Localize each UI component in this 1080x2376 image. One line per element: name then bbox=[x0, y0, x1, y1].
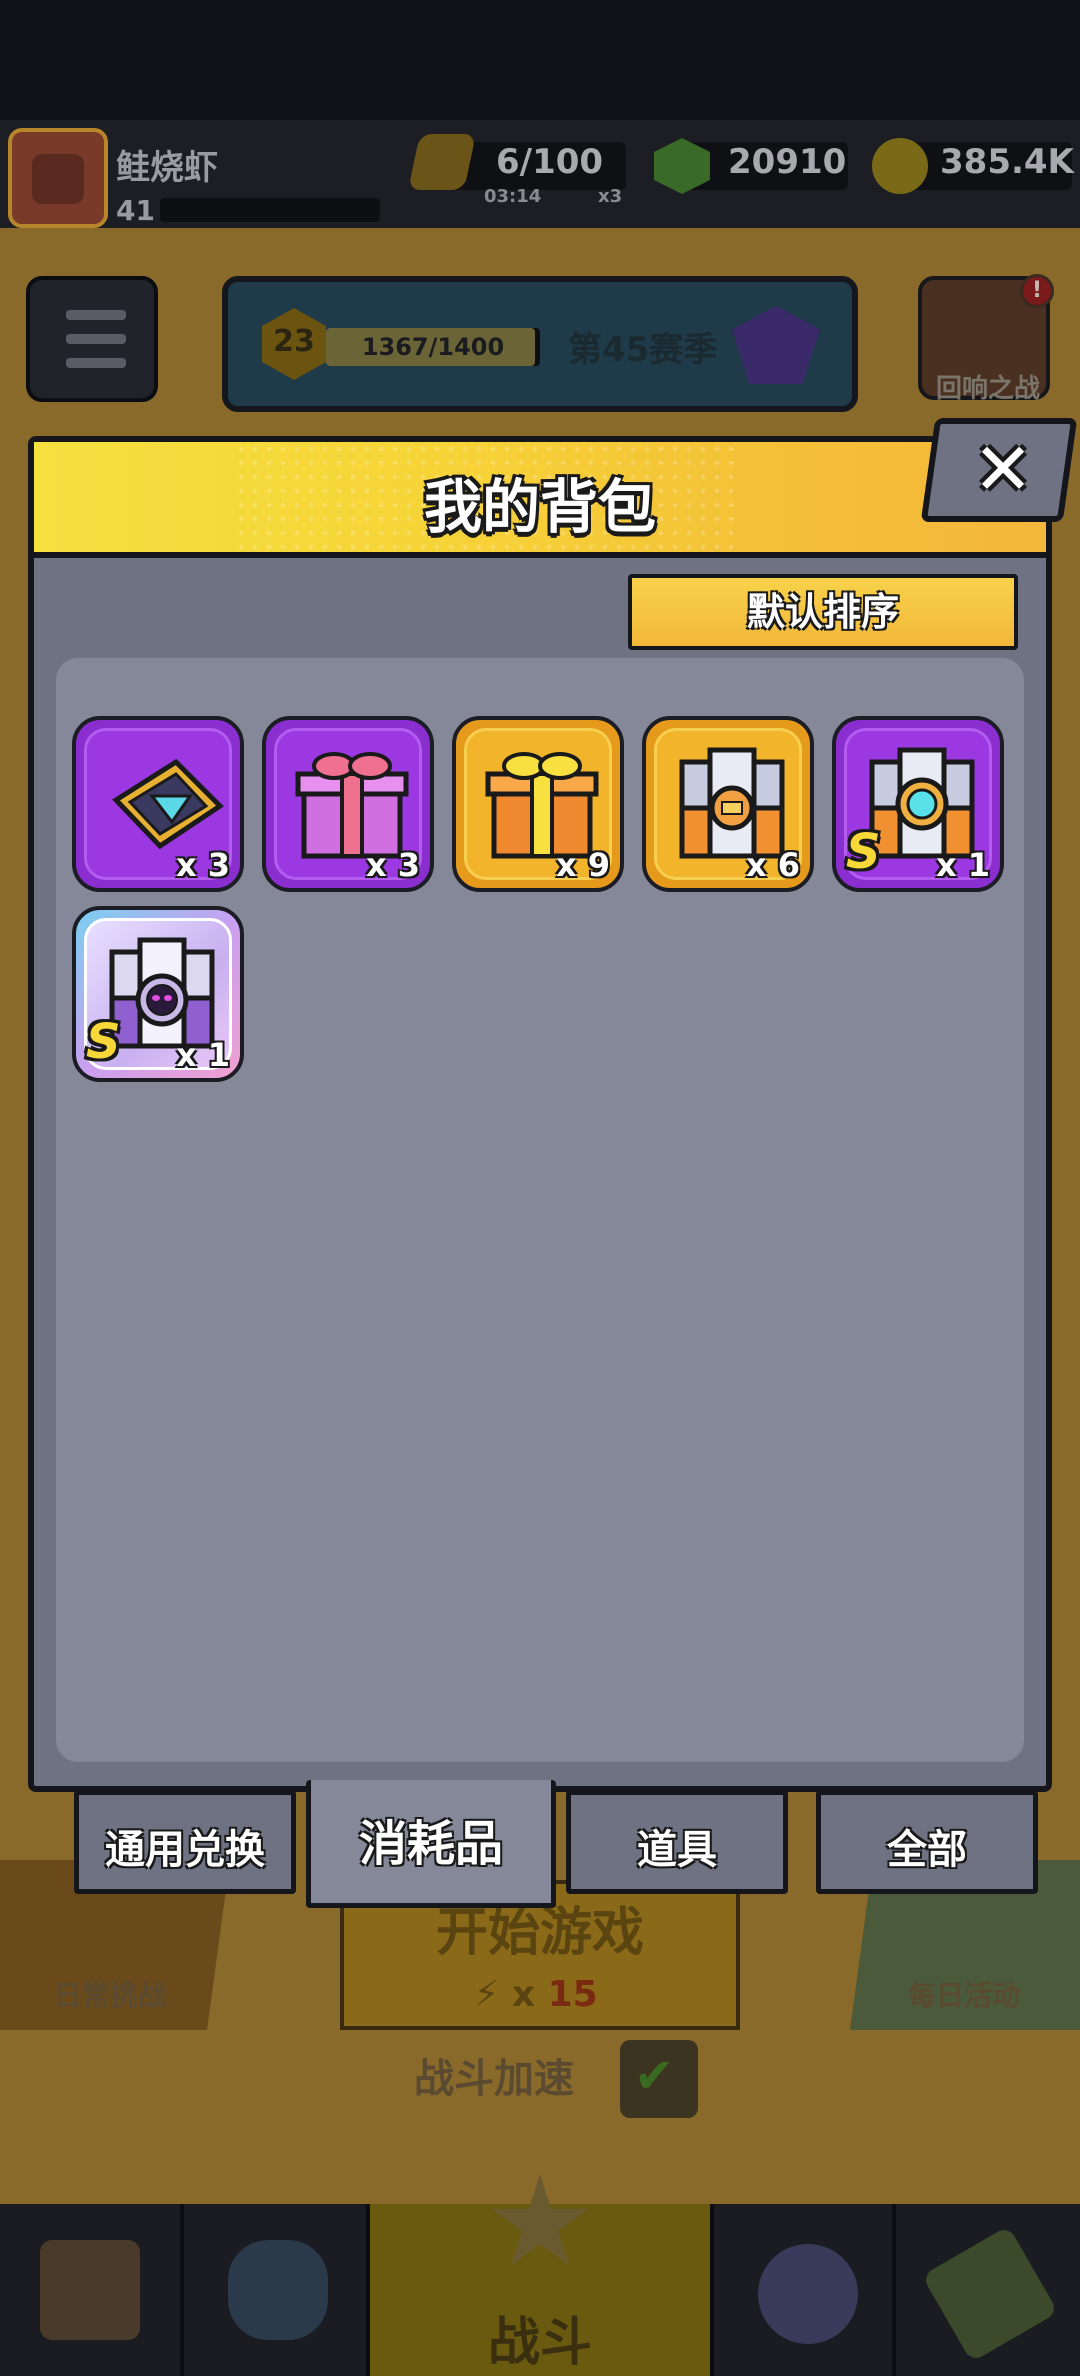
cost-value: 15 bbox=[547, 1974, 598, 2015]
tab-all[interactable]: 全部 bbox=[816, 1790, 1038, 1894]
item-quantity: x 3 bbox=[365, 846, 420, 884]
sort-label: 默认排序 bbox=[746, 590, 899, 634]
player-avatar bbox=[8, 128, 108, 228]
globe-icon bbox=[758, 2244, 858, 2344]
season-emblem-icon bbox=[732, 306, 820, 384]
star-icon bbox=[492, 2174, 588, 2265]
season-level: 23 bbox=[273, 324, 315, 359]
item-slot[interactable]: x 6 bbox=[642, 716, 814, 892]
tab-label: 全部 bbox=[887, 1827, 967, 1873]
diamond-scroll-icon bbox=[112, 758, 224, 850]
coin-value: 385.4K bbox=[940, 142, 1074, 182]
shop-icon bbox=[40, 2240, 140, 2340]
item-quantity: x 3 bbox=[175, 846, 230, 884]
season-name: 第45赛季 bbox=[568, 330, 718, 370]
gem-value: 20910 bbox=[728, 142, 847, 182]
item-slot[interactable]: S x 1 bbox=[72, 906, 244, 1082]
tab-label: 通用兑换 bbox=[105, 1827, 265, 1873]
menu-icon-line bbox=[66, 334, 126, 344]
s-rank-badge: S bbox=[846, 824, 881, 880]
item-slot[interactable]: S x 1 bbox=[832, 716, 1004, 892]
tab-label: 道具 bbox=[637, 1827, 717, 1873]
item-slot[interactable]: x 3 bbox=[262, 716, 434, 892]
item-quantity: x 6 bbox=[745, 846, 800, 884]
item-quantity: x 9 bbox=[555, 846, 610, 884]
main-menu-button[interactable] bbox=[26, 276, 158, 402]
avatar-face bbox=[32, 154, 84, 204]
player-name: 鲑烧虾 bbox=[116, 148, 218, 188]
tab-consumables[interactable]: 消耗品 bbox=[306, 1780, 556, 1908]
nav-equipment[interactable] bbox=[184, 2204, 370, 2376]
item-quantity: x 1 bbox=[175, 1036, 230, 1074]
battle-label: 战斗 bbox=[487, 2313, 592, 2373]
player-exp-bar bbox=[160, 198, 380, 222]
nav-talent[interactable] bbox=[710, 2204, 896, 2376]
item-quantity: x 1 bbox=[935, 846, 990, 884]
start-game-cost: ⚡ x 15 bbox=[474, 1974, 598, 2015]
menu-icon bbox=[66, 310, 126, 320]
echo-battle-label: 回响之战 bbox=[935, 374, 1040, 404]
nav-shop[interactable] bbox=[0, 2204, 184, 2376]
cost-prefix: x bbox=[511, 1974, 536, 2015]
energy-multiplier: x3 bbox=[598, 186, 623, 207]
s-rank-badge: S bbox=[86, 1014, 121, 1070]
checkmark-icon: ✔ bbox=[634, 2048, 675, 2104]
player-level: 41 bbox=[116, 194, 155, 227]
shield-icon bbox=[228, 2240, 328, 2340]
bottom-navigation: 战斗 bbox=[0, 2174, 1080, 2376]
menu-icon-line bbox=[66, 358, 126, 368]
sort-button[interactable]: 默认排序 bbox=[628, 574, 1018, 650]
tab-props[interactable]: 道具 bbox=[566, 1790, 788, 1894]
modal-header: 我的背包 bbox=[34, 442, 1046, 558]
nav-evolution[interactable] bbox=[896, 2204, 1080, 2376]
tab-exchange[interactable]: 通用兑换 bbox=[74, 1790, 296, 1894]
item-slot[interactable]: x 9 bbox=[452, 716, 624, 892]
item-slot[interactable]: x 3 bbox=[72, 716, 244, 892]
close-icon[interactable]: ✕ bbox=[958, 424, 1048, 514]
nav-battle[interactable]: 战斗 bbox=[370, 2174, 710, 2376]
modal-title: 我的背包 bbox=[423, 473, 656, 541]
notification-badge: ! bbox=[1020, 274, 1054, 308]
dna-icon bbox=[921, 2225, 1059, 2363]
energy-value: 6/100 bbox=[496, 142, 604, 182]
energy-timer: 03:14 bbox=[484, 186, 542, 207]
daily-activity-label: 每日活动 bbox=[908, 1979, 1021, 2012]
season-progress-text: 1367/1400 bbox=[361, 333, 505, 361]
season-pass-panel[interactable]: 23 1367/1400 第45赛季 bbox=[222, 276, 858, 412]
system-status-bar bbox=[0, 0, 1080, 120]
daily-challenge-label: 日常挑战 bbox=[54, 1979, 167, 2012]
battle-speed-label: 战斗加速 bbox=[414, 2056, 574, 2102]
tab-label: 消耗品 bbox=[358, 1816, 503, 1872]
coin-icon bbox=[872, 138, 928, 194]
